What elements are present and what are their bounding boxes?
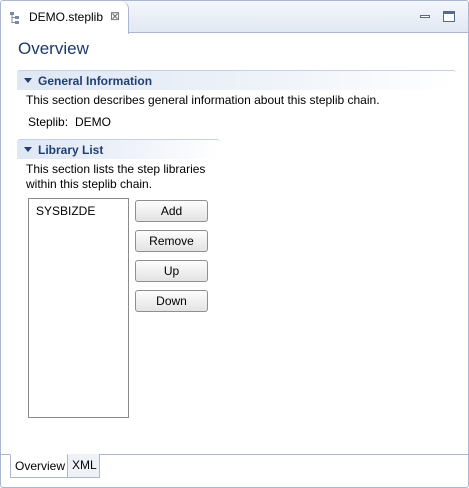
page-title: Overview [18, 39, 89, 58]
minimize-icon[interactable] [418, 10, 432, 24]
add-button[interactable]: Add [135, 200, 208, 222]
steplib-value: DEMO [75, 115, 111, 129]
tab-overview[interactable]: Overview [10, 454, 68, 478]
tab-xml[interactable]: XML [68, 454, 100, 478]
general-information-description: This section describes general informati… [26, 93, 380, 107]
general-information-title: General Information [38, 74, 153, 88]
library-list-description: This section lists the step libraries wi… [26, 162, 226, 192]
up-button[interactable]: Up [135, 260, 208, 282]
collapse-twistie-icon[interactable] [24, 147, 32, 152]
editor-frame: DEMO.steplib ⊠ Overview General Informat… [0, 0, 469, 488]
editor-tab-title: DEMO.steplib [29, 10, 104, 24]
editor-tab-bar: DEMO.steplib ⊠ [1, 1, 468, 34]
list-item[interactable]: SYSBIZDE [36, 204, 95, 218]
remove-button[interactable]: Remove [135, 230, 208, 252]
library-list-description-line: This section lists the step libraries [26, 162, 206, 176]
close-icon[interactable]: ⊠ [110, 9, 120, 23]
general-information-section-header[interactable]: General Information [17, 70, 456, 90]
steplib-label: Steplib: [28, 115, 69, 129]
tree-file-icon [10, 12, 19, 24]
library-list-title: Library List [38, 143, 104, 157]
library-list-description-line: within this steplib chain. [26, 177, 153, 191]
library-list-section-header[interactable]: Library List [17, 139, 220, 159]
collapse-twistie-icon[interactable] [24, 78, 32, 83]
down-button[interactable]: Down [135, 290, 208, 312]
editor-tab-demo-steplib[interactable]: DEMO.steplib ⊠ [1, 1, 129, 34]
library-listbox[interactable]: SYSBIZDE [28, 198, 129, 418]
maximize-icon[interactable] [442, 10, 456, 24]
